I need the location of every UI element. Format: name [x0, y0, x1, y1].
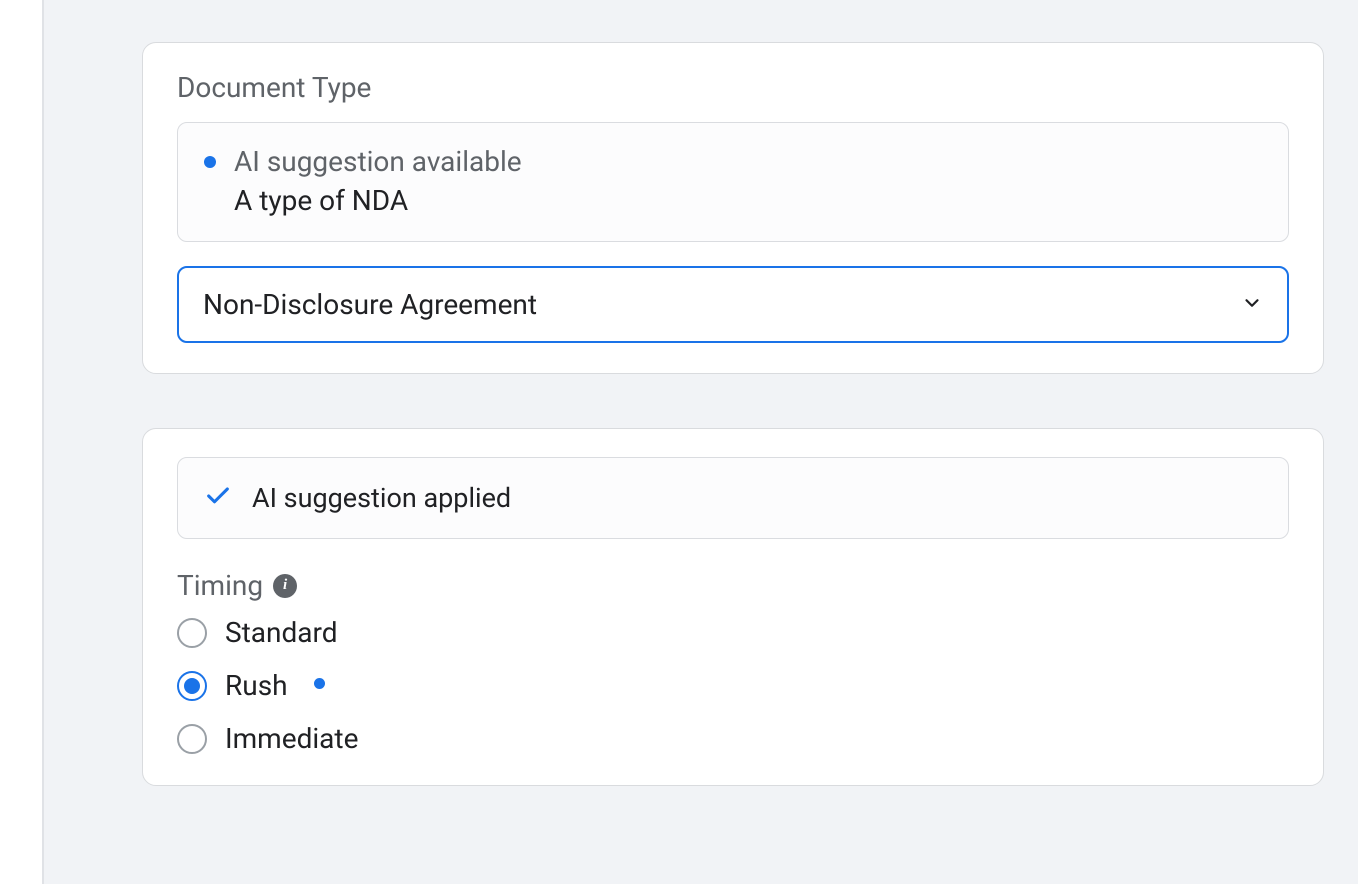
radio-label: Standard	[225, 616, 338, 649]
timing-label: Timing	[177, 569, 263, 602]
timing-card: AI suggestion applied Timing i Standard R…	[142, 428, 1324, 786]
timing-radio-standard[interactable]: Standard	[177, 616, 1289, 649]
ai-suggestion-detail: A type of NDA	[234, 184, 1262, 217]
check-icon	[204, 482, 232, 514]
ai-indicator-dot-icon	[314, 678, 325, 689]
timing-label-row: Timing i	[177, 569, 1289, 602]
timing-radio-immediate[interactable]: Immediate	[177, 722, 1289, 755]
chevron-down-icon	[1241, 292, 1263, 318]
document-type-card: Document Type AI suggestion available A …	[142, 42, 1324, 374]
timing-radio-group: Standard Rush Immediate	[177, 616, 1289, 755]
radio-label: Rush	[225, 669, 288, 702]
ai-suggestion-dot-icon	[204, 156, 216, 168]
document-type-select[interactable]: Non-Disclosure Agreement	[177, 266, 1289, 343]
radio-button-icon	[177, 724, 207, 754]
form-content: Document Type AI suggestion available A …	[142, 42, 1324, 786]
radio-label: Immediate	[225, 722, 358, 755]
ai-suggestion-applied-box[interactable]: AI suggestion applied	[177, 457, 1289, 539]
ai-suggestion-header-row: AI suggestion available	[204, 145, 1262, 178]
page-bg: Document Type AI suggestion available A …	[42, 0, 1358, 884]
document-type-label: Document Type	[177, 71, 1289, 104]
document-type-value: Non-Disclosure Agreement	[203, 288, 537, 321]
radio-button-icon	[177, 671, 207, 701]
timing-radio-rush[interactable]: Rush	[177, 669, 1289, 702]
ai-suggestion-title: AI suggestion available	[234, 145, 522, 178]
radio-button-icon	[177, 618, 207, 648]
ai-suggestion-box[interactable]: AI suggestion available A type of NDA	[177, 122, 1289, 242]
info-icon[interactable]: i	[273, 574, 297, 598]
radio-inner-dot-icon	[184, 678, 200, 694]
ai-suggestion-applied-text: AI suggestion applied	[252, 482, 511, 514]
